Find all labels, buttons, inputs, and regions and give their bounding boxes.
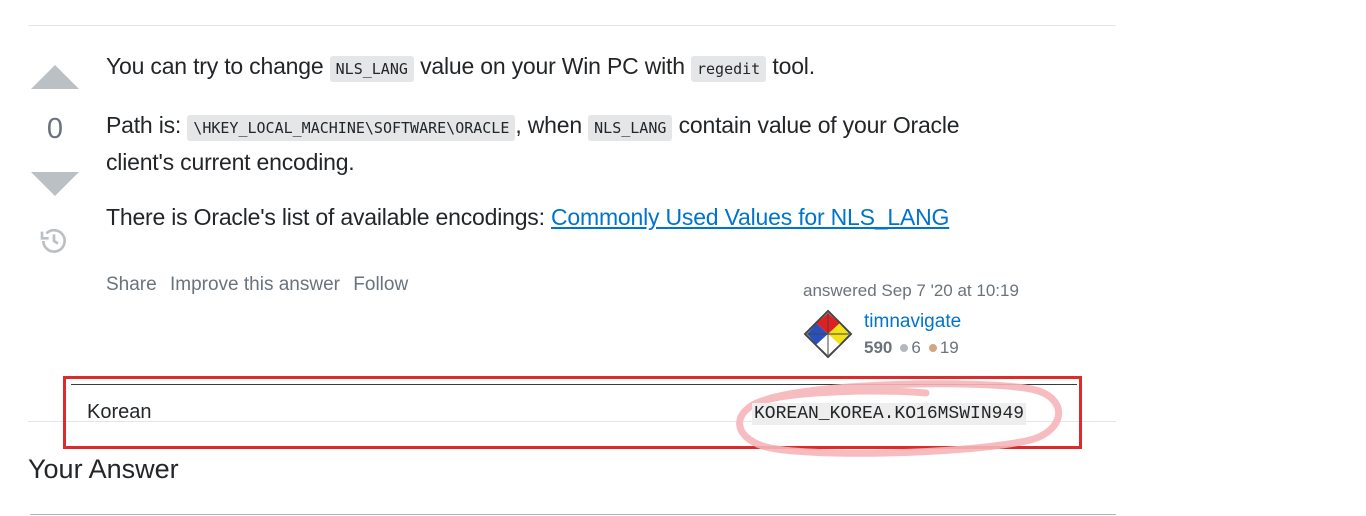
paragraph-text: value on your Win PC with <box>413 53 691 79</box>
paragraph-text: tool. <box>766 53 815 79</box>
inline-code: regedit <box>691 56 767 82</box>
bronze-badge-icon <box>928 344 937 353</box>
answer-paragraph-3: There is Oracle's list of available enco… <box>106 200 949 234</box>
paragraph-text: , when <box>515 112 589 138</box>
paragraph-text: There is Oracle's list of available enco… <box>106 204 551 230</box>
follow-link[interactable]: Follow <box>353 274 408 295</box>
paragraph-text: Path is: <box>106 112 188 138</box>
bottom-divider <box>30 514 1116 515</box>
inline-code: NLS_LANG <box>588 115 673 141</box>
paragraph-text: You can try to change <box>106 53 330 79</box>
inline-code: \HKEY_LOCAL_MACHINE\SOFTWARE\ORACLE <box>187 115 516 141</box>
answer-paragraph-2: Path is: \HKEY_LOCAL_MACHINE\SOFTWARE\OR… <box>106 108 960 179</box>
author-stats: 590 6 19 <box>864 338 959 358</box>
top-divider <box>28 25 1116 26</box>
reputation-score: 590 <box>864 338 893 357</box>
your-answer-heading: Your Answer <box>28 454 179 484</box>
share-link[interactable]: Share <box>106 274 157 295</box>
avatar[interactable] <box>803 309 853 359</box>
improve-answer-link[interactable]: Improve this answer <box>170 274 340 295</box>
paragraph-text: contain value of your Oracle <box>672 112 960 138</box>
nls-value-cell: KOREAN_KOREA.KO16MSWIN949 <box>752 403 1027 425</box>
answered-timestamp: answered Sep 7 '20 at 10:19 <box>803 281 1019 300</box>
answer-paragraph-1: You can try to change NLS_LANG value on … <box>106 49 815 86</box>
vote-count: 0 <box>46 113 64 145</box>
downvote-arrow-icon[interactable] <box>31 172 79 196</box>
silver-badge-count: 6 <box>911 338 921 357</box>
author-name-link[interactable]: timnavigate <box>864 311 961 333</box>
paragraph-text: client's current encoding. <box>106 149 355 175</box>
bronze-badge-count: 19 <box>939 338 959 357</box>
post-menu: Share Improve this answer Follow <box>106 274 416 296</box>
silver-badge-icon <box>900 344 909 353</box>
nls-lang-link[interactable]: Commonly Used Values for NLS_LANG <box>551 204 949 230</box>
inline-code: NLS_LANG <box>329 56 414 82</box>
upvote-arrow-icon[interactable] <box>31 65 79 89</box>
language-cell: Korean <box>87 401 152 423</box>
history-icon[interactable] <box>38 225 70 257</box>
